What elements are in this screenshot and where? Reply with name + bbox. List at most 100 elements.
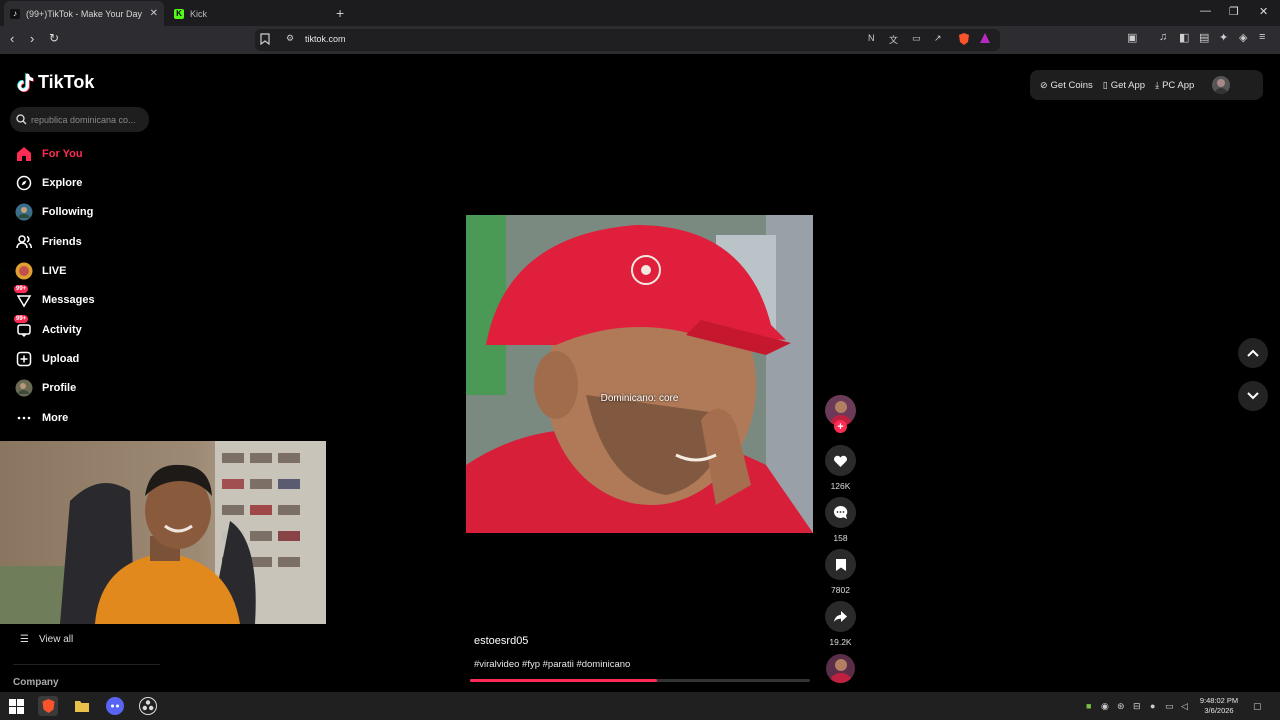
no-tracking-icon[interactable]: N — [868, 33, 875, 43]
video-progress-bar[interactable] — [470, 679, 810, 682]
messages-icon: 99+ — [14, 285, 34, 310]
phone-icon: ▯ — [1102, 79, 1108, 90]
follow-plus-icon[interactable]: + — [834, 420, 847, 433]
usb-tray-icon[interactable]: ⊟ — [1133, 701, 1141, 712]
video-hashtags[interactable]: #viralvideo #fyp #paratii #dominicano — [474, 659, 630, 670]
sidebar-item-upload[interactable]: Upload — [14, 347, 79, 371]
tab-kick[interactable]: K Kick — [168, 1, 318, 26]
media-icon[interactable]: ♫ — [1159, 31, 1167, 43]
share-icon[interactable]: ↗ — [934, 33, 942, 44]
search-icon — [16, 114, 27, 125]
sidebar-item-messages[interactable]: 99+ Messages — [14, 285, 95, 312]
new-tab-button[interactable]: + — [336, 5, 344, 21]
get-app-label: Get App — [1110, 79, 1146, 91]
leo-ai-icon[interactable]: ✦ — [1219, 31, 1228, 44]
forward-icon[interactable]: › — [30, 31, 34, 46]
view-all-link[interactable]: ☰ View all — [20, 634, 73, 645]
messages-badge: 99+ — [14, 285, 29, 293]
pc-app-button[interactable]: ⤓ PC App — [1155, 80, 1194, 91]
download-icon: ⤓ — [1155, 79, 1160, 90]
sidebar-item-label: Following — [42, 206, 94, 218]
start-button[interactable] — [6, 696, 26, 716]
sidebar-item-label: Explore — [42, 177, 83, 189]
site-info-icon[interactable]: ⚙ — [286, 33, 294, 44]
nvidia-tray-icon[interactable]: ■ — [1086, 701, 1091, 711]
cast-icon[interactable]: ▭ — [912, 33, 921, 44]
taskbar-clock[interactable]: 9:48:02 PM 3/6/2026 — [1196, 696, 1242, 716]
sidebar-item-friends[interactable]: Friends — [14, 230, 82, 254]
profile-avatar-icon — [14, 378, 34, 398]
address-bar[interactable]: ⚙ tiktok.com N 文 ▭ ↗ — [255, 29, 1000, 51]
video-progress-fill — [470, 679, 657, 682]
live-icon — [14, 261, 34, 281]
wallet-icon[interactable]: ▤ — [1199, 31, 1209, 44]
video-player[interactable]: Dominicano: core — [466, 215, 813, 533]
share-button[interactable] — [825, 601, 856, 632]
comment-button[interactable] — [825, 497, 856, 528]
microphone-tray-icon[interactable]: ● — [1150, 701, 1155, 711]
sidebar-toggle-icon[interactable]: ◧ — [1179, 31, 1189, 44]
translate-icon[interactable]: 文 — [889, 33, 898, 46]
home-icon — [14, 144, 34, 164]
webcam-overlay — [0, 441, 326, 624]
sidebar-item-more[interactable]: More — [14, 406, 68, 430]
vpn-icon[interactable]: ◈ — [1239, 31, 1247, 44]
sidebar-item-label: Friends — [42, 236, 82, 248]
taskbar-brave[interactable] — [38, 696, 58, 716]
brave-rewards-icon[interactable] — [979, 32, 991, 47]
back-icon[interactable]: ‹ — [10, 31, 14, 46]
tiktok-logo-icon — [17, 72, 34, 92]
logo-text: TikTok — [38, 72, 95, 92]
company-heading: Company — [13, 677, 59, 688]
url-text: tiktok.com — [305, 34, 346, 44]
save-button[interactable] — [825, 549, 856, 580]
folder-icon — [75, 701, 89, 712]
sidebar-item-following[interactable]: Following — [14, 200, 93, 224]
steelseries-tray-icon[interactable]: ⊛ — [1117, 701, 1125, 712]
compass-icon — [14, 173, 34, 193]
sidebar-item-activity[interactable]: 99+ Activity — [14, 315, 82, 342]
tiktok-logo[interactable]: TikTok — [16, 72, 94, 93]
taskbar-obs[interactable] — [138, 696, 158, 716]
following-avatar-icon — [14, 202, 34, 222]
sidebar-item-live[interactable]: LIVE — [14, 259, 66, 283]
tiktok-favicon-icon: ♪ — [10, 8, 20, 19]
taskbar-discord[interactable] — [105, 696, 125, 716]
tab-tiktok[interactable]: ♪ (99+)TikTok - Make Your Day ✕ — [4, 1, 164, 26]
tab-search-icon[interactable]: ▣ — [1127, 31, 1137, 44]
music-disc[interactable] — [826, 654, 855, 683]
kick-favicon-icon: K — [174, 8, 184, 19]
close-tab-icon[interactable]: ✕ — [150, 8, 158, 19]
next-video-button[interactable] — [1238, 381, 1268, 411]
network-tray-icon[interactable]: ▭ — [1165, 701, 1174, 712]
sidebar-item-label: LIVE — [42, 265, 67, 277]
discord-tray-icon[interactable]: ◉ — [1101, 701, 1109, 712]
comment-count: 158 — [833, 533, 848, 543]
reload-icon[interactable]: ↻ — [49, 31, 59, 45]
brave-icon — [42, 699, 54, 713]
tab-title: Kick — [190, 8, 208, 19]
close-window-button[interactable]: ✕ — [1259, 5, 1268, 18]
search-input[interactable]: republica dominicana co... — [10, 107, 149, 132]
get-app-button[interactable]: ▯ Get App — [1103, 80, 1145, 91]
sidebar-item-profile[interactable]: Profile — [14, 376, 76, 400]
restore-button[interactable]: ❐ — [1229, 5, 1239, 18]
volume-tray-icon[interactable]: ◁ — [1181, 701, 1188, 712]
video-author[interactable]: estoesrd05 — [474, 635, 528, 647]
bookmark-icon[interactable] — [260, 33, 270, 48]
brave-shields-icon[interactable] — [957, 32, 971, 49]
like-count: 126K — [830, 481, 851, 491]
sidebar-item-for-you[interactable]: For You — [14, 142, 83, 166]
menu-icon[interactable]: ≡ — [1259, 31, 1265, 43]
taskbar-file-explorer[interactable] — [72, 696, 92, 716]
notification-icon[interactable]: ▢ — [1253, 701, 1262, 712]
user-avatar[interactable] — [1212, 76, 1231, 94]
get-coins-button[interactable]: ⊘ Get Coins — [1040, 80, 1093, 91]
share-count: 19.2K — [829, 637, 852, 647]
sidebar-item-label: Profile — [42, 382, 77, 394]
share-arrow-icon — [834, 611, 847, 622]
like-button[interactable] — [825, 445, 856, 476]
previous-video-button[interactable] — [1238, 338, 1268, 368]
minimize-button[interactable]: — — [1200, 5, 1211, 17]
sidebar-item-explore[interactable]: Explore — [14, 171, 82, 195]
